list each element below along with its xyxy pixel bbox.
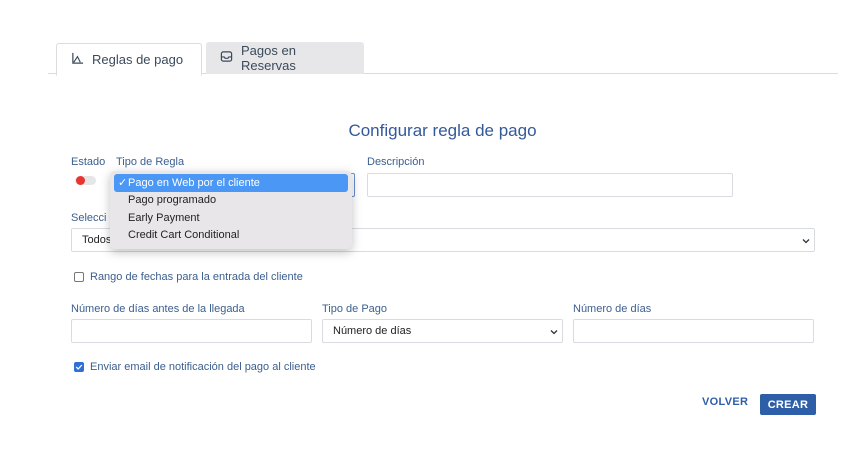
tipo-pago-label: Tipo de Pago (322, 303, 388, 315)
rango-fechas-row[interactable]: Rango de fechas para la entrada del clie… (74, 271, 303, 283)
seleccion-label: Selecci (71, 212, 107, 224)
tipo-regla-label: Tipo de Regla (116, 156, 185, 168)
rango-fechas-label: Rango de fechas para la entrada del clie… (90, 271, 303, 283)
option-label: Pago en Web por el cliente (128, 176, 260, 189)
tab-label: Pagos en Reservas (241, 43, 296, 73)
chevron-down-icon (802, 236, 810, 244)
chart-icon (71, 52, 84, 68)
rango-fechas-checkbox[interactable] (74, 272, 84, 282)
option-early-payment[interactable]: Early Payment (114, 209, 348, 227)
tab-label: Reglas de pago (92, 52, 184, 67)
toggle-knob (76, 176, 85, 185)
numero-dias-label: Número de días (573, 303, 652, 315)
option-pago-programado[interactable]: Pago programado (114, 192, 348, 210)
email-row[interactable]: Enviar email de notificación del pago al… (74, 361, 316, 373)
option-credit-cart-conditional[interactable]: Credit Cart Conditional (114, 227, 348, 245)
volver-button[interactable]: VOLVER (702, 396, 748, 408)
email-label: Enviar email de notificación del pago al… (90, 361, 316, 373)
estado-toggle[interactable] (75, 176, 96, 185)
inbox-icon (220, 50, 233, 66)
chevron-down-icon (550, 327, 558, 335)
descripcion-label: Descripción (367, 156, 425, 168)
tipo-regla-dropdown: ✓ Pago en Web por el cliente Pago progra… (110, 171, 352, 249)
email-checkbox[interactable] (74, 362, 84, 372)
descripcion-input[interactable] (367, 173, 733, 197)
numero-dias-input[interactable] (573, 319, 814, 343)
dias-antes-input[interactable] (71, 319, 312, 343)
page-title: Configurar regla de pago (348, 121, 537, 140)
estado-label: Estado (71, 156, 106, 168)
tab-bar: Reglas de pago Pagos en Reservas (48, 42, 838, 76)
check-icon (75, 364, 83, 370)
tipo-pago-value: Número de días (333, 325, 412, 337)
option-pago-web[interactable]: ✓ Pago en Web por el cliente (114, 174, 348, 192)
tab-reglas-de-pago[interactable]: Reglas de pago (56, 43, 202, 76)
dias-antes-label: Número de días antes de la llegada (71, 303, 245, 315)
seleccion-value: Todos (82, 234, 112, 246)
tab-pagos-en-reservas[interactable]: Pagos en Reservas (206, 42, 364, 74)
tipo-pago-select[interactable]: Número de días (322, 319, 563, 343)
crear-button[interactable]: CREAR (760, 394, 816, 415)
check-icon: ✓ (118, 177, 128, 190)
